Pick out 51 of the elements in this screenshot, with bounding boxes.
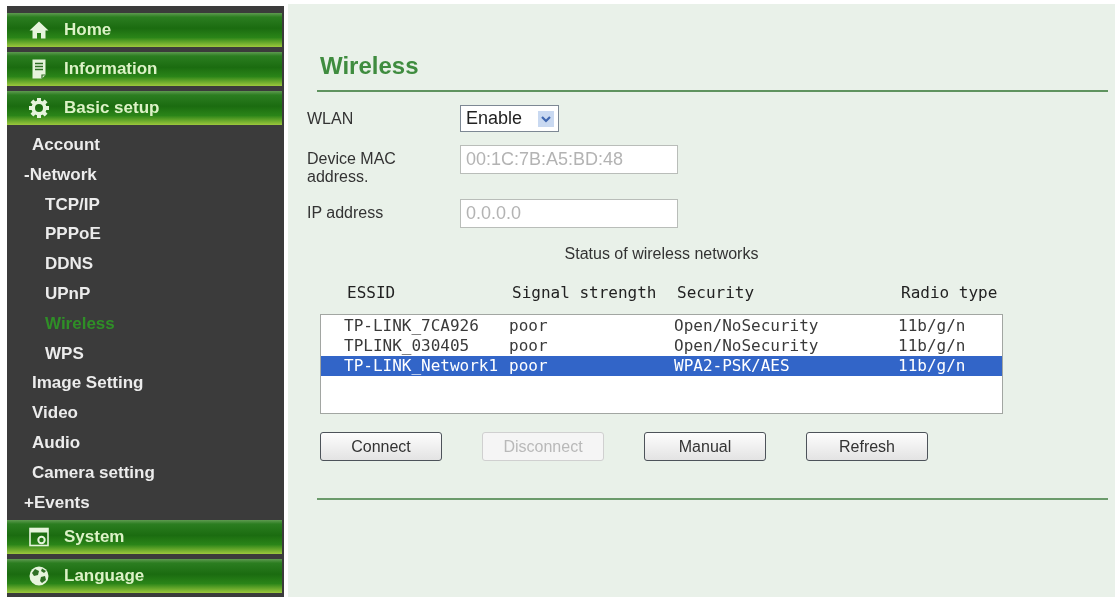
menu-item[interactable]: UPnP xyxy=(45,279,91,309)
field-label: IP address xyxy=(307,204,384,222)
table-cell: Open/NoSecurity xyxy=(674,316,819,336)
field-label: Device MAC address. xyxy=(307,150,397,186)
menu-item[interactable]: TCP/IP xyxy=(45,189,100,220)
menu-item[interactable]: Camera setting xyxy=(32,457,155,488)
table-cell: 11b/g/n xyxy=(898,316,966,336)
action-button[interactable]: Connect xyxy=(320,432,442,461)
column-header: ESSID xyxy=(347,284,396,302)
column-header: Radio type xyxy=(901,284,998,302)
house-icon xyxy=(29,20,49,40)
table-cell: poor xyxy=(509,356,548,376)
table-cell: poor xyxy=(509,316,548,336)
network-row[interactable]: TP-LINK_Network1 poor WPA2-PSK/AES 11b/g/n xyxy=(321,356,1002,376)
column-header: Signal strength xyxy=(512,284,657,302)
table-cell: TPLINK_030405 xyxy=(344,336,470,356)
table-cell: Open/NoSecurity xyxy=(674,336,819,356)
document-icon xyxy=(32,59,46,79)
action-button[interactable]: Refresh xyxy=(806,432,928,461)
column-header: Security xyxy=(677,284,755,302)
action-button[interactable]: Manual xyxy=(644,432,766,461)
table-cell: TP-LINK_Network1 xyxy=(344,356,499,376)
table-cell: 11b/g/n xyxy=(898,336,966,356)
window-icon xyxy=(29,527,49,548)
settings-icon xyxy=(29,98,49,118)
network-row[interactable]: TP-LINK_7CA926 poor Open/NoSecurity 11b/g/n xyxy=(321,316,1002,336)
page-title: Wireless xyxy=(320,51,419,81)
menu-item[interactable]: Video xyxy=(32,398,78,428)
menu-header[interactable]: Language xyxy=(7,559,282,594)
table-cell: 11b/g/n xyxy=(898,356,966,376)
network-row[interactable]: TPLINK_030405 poor Open/NoSecurity 11b/g/n xyxy=(321,336,1002,356)
table-cell: poor xyxy=(509,336,548,356)
menu-item[interactable]: -Network xyxy=(24,159,97,190)
menu-item[interactable]: Audio xyxy=(32,427,81,458)
menu-item[interactable]: Image Setting xyxy=(32,368,144,399)
menu-item[interactable]: +Events xyxy=(24,487,90,518)
menu-item[interactable]: PPPoE xyxy=(45,219,101,250)
menu-item[interactable]: WPS xyxy=(45,338,84,369)
menu-item[interactable]: DDNS xyxy=(45,249,94,279)
menu-item[interactable]: Account xyxy=(32,130,100,160)
dropdown[interactable]: Enable xyxy=(460,105,559,132)
menu-header[interactable]: Information xyxy=(7,52,282,86)
menu-header[interactable]: Home xyxy=(7,13,282,47)
globe-icon xyxy=(29,566,49,587)
menu-header[interactable]: System xyxy=(7,520,282,555)
table-cell: WPA2-PSK/AES xyxy=(674,356,790,376)
table-caption: Status of wireless networks xyxy=(564,244,759,264)
field-label: WLAN xyxy=(307,110,354,128)
chevron-down-icon xyxy=(538,110,554,127)
menu-header[interactable]: Basic setup xyxy=(7,91,282,125)
table-cell: TP-LINK_7CA926 xyxy=(344,316,479,336)
